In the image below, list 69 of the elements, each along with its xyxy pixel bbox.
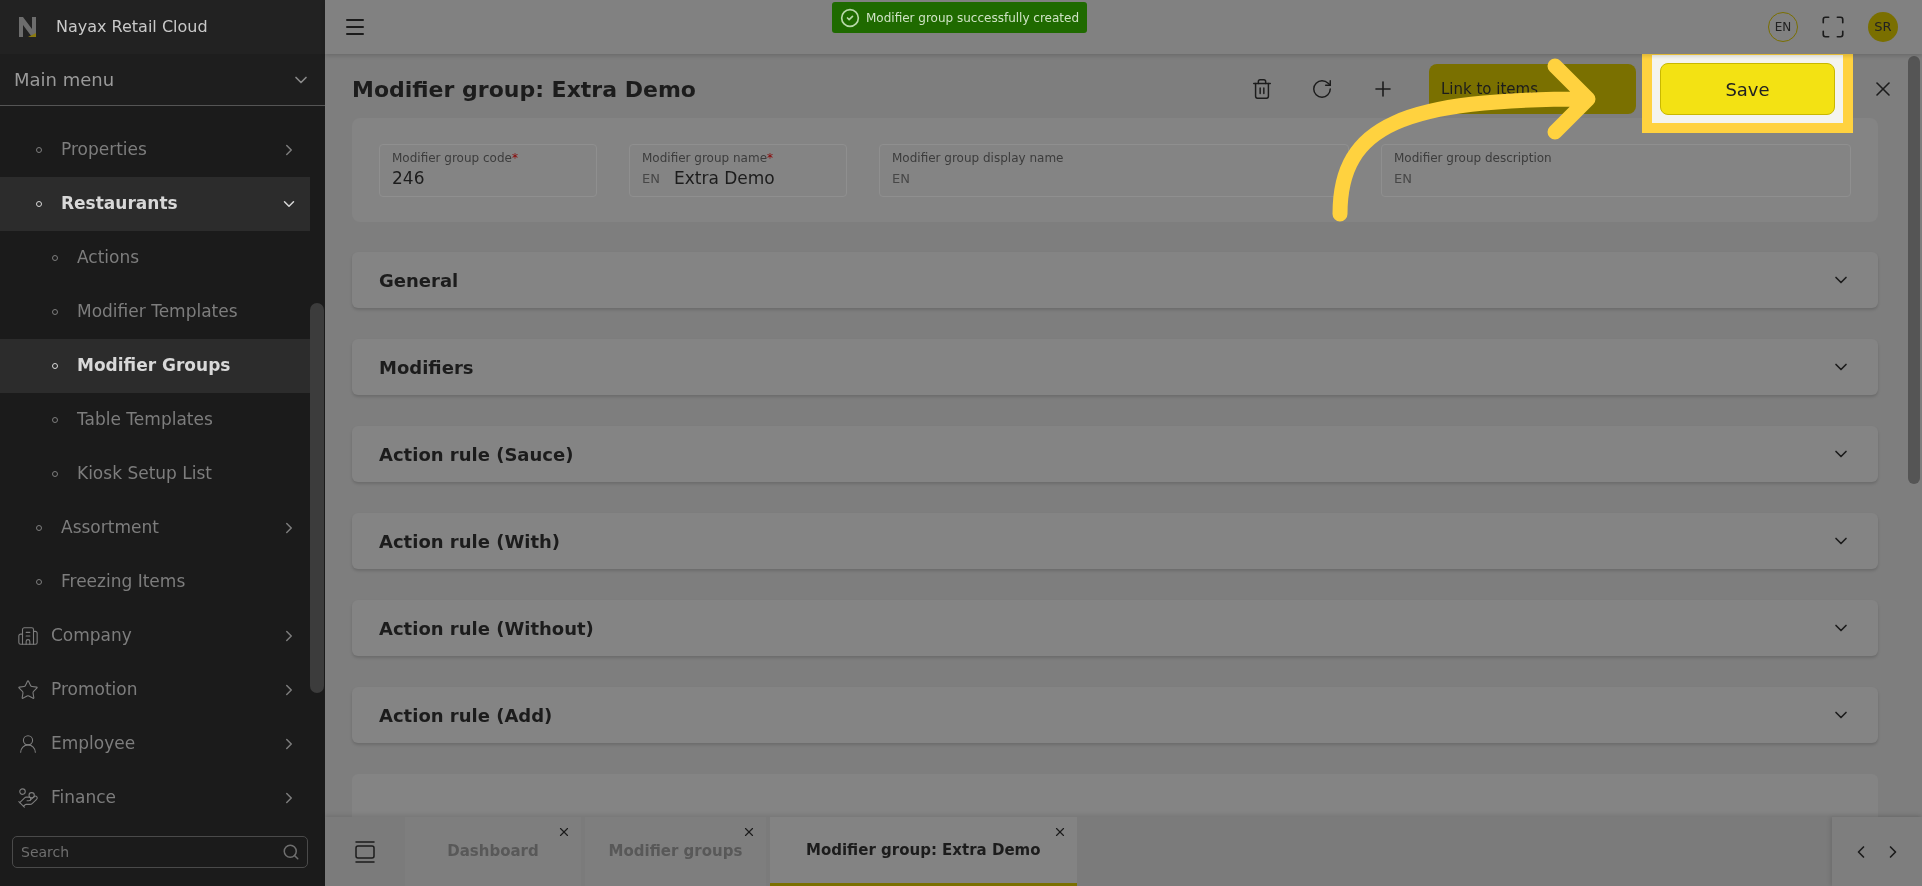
scrollbar-thumb[interactable] bbox=[1908, 56, 1920, 484]
close-tab-icon[interactable] bbox=[557, 825, 571, 839]
menu-item-icon bbox=[17, 733, 39, 755]
success-toast: Modifier group successfully created bbox=[832, 2, 1088, 33]
refresh-icon[interactable] bbox=[1311, 78, 1333, 100]
sidebar-item[interactable]: Actions bbox=[0, 231, 310, 285]
field-label: Modifier group display name bbox=[892, 150, 1064, 167]
search-icon bbox=[282, 843, 300, 861]
scrollbar-thumb[interactable] bbox=[310, 303, 324, 693]
text-field[interactable]: Modifier group name* EN Extra Demo bbox=[629, 143, 847, 197]
page-title: Modifier group: Extra Demo bbox=[352, 75, 697, 104]
sidebar-item[interactable]: Assortment bbox=[0, 501, 310, 555]
sidebar-item[interactable]: Modifier Groups bbox=[0, 339, 310, 393]
sidebar-item-label: Finance bbox=[51, 786, 118, 810]
accordion-header[interactable]: Modifiers bbox=[352, 339, 1878, 395]
sidebar-item[interactable]: Restaurants bbox=[0, 177, 310, 231]
menu-item-icon bbox=[17, 679, 39, 701]
field-label: Modifier group name bbox=[642, 150, 768, 167]
menu-item-icon bbox=[17, 625, 39, 647]
sidebar-item[interactable]: Finance bbox=[0, 771, 310, 825]
sidebar-item-label: Restaurants bbox=[61, 192, 179, 216]
check-circle-icon bbox=[840, 7, 860, 28]
language-tag: EN bbox=[642, 169, 660, 189]
brand-name: Nayax Retail Cloud bbox=[56, 16, 208, 38]
field-label: Modifier group description bbox=[1394, 150, 1552, 167]
sidebar-item-label: Kiosk Setup List bbox=[77, 462, 213, 486]
text-field[interactable]: Modifier group description EN bbox=[1381, 143, 1851, 197]
user-avatar[interactable]: SR bbox=[1868, 12, 1898, 42]
text-field[interactable]: Modifier group code* 246 bbox=[379, 143, 597, 197]
delete-icon[interactable] bbox=[1251, 78, 1273, 100]
accordion-header[interactable]: Action rule (With) bbox=[352, 513, 1878, 569]
field-label: Modifier group code bbox=[392, 150, 512, 167]
sidebar-item-label: Modifier Templates bbox=[77, 300, 239, 324]
required-mark: * bbox=[511, 150, 518, 167]
sidebar-item-label: Table Templates bbox=[77, 408, 214, 432]
sidebar-item[interactable]: Freezing Items bbox=[0, 555, 310, 609]
accordion-header[interactable]: Action rule (Add) bbox=[352, 687, 1878, 743]
sidebar-item[interactable]: Employee bbox=[0, 717, 310, 771]
sidebar-item-label: Employee bbox=[51, 732, 137, 756]
sidebar-item-label: Actions bbox=[77, 246, 141, 270]
sidebar-item-label: Freezing Items bbox=[61, 570, 187, 594]
field-value: Extra Demo bbox=[673, 167, 775, 191]
accordion-header[interactable]: General bbox=[352, 252, 1878, 308]
sidebar-item-label: Assortment bbox=[61, 516, 160, 540]
save-button[interactable]: Save bbox=[1660, 63, 1835, 115]
sidebar-item-label: Modifier Groups bbox=[77, 354, 232, 378]
sidebar-item[interactable]: Promotion bbox=[0, 663, 310, 717]
field-value: 246 bbox=[392, 167, 425, 191]
menu-item-icon bbox=[17, 787, 39, 809]
sidebar-item[interactable]: Kiosk Setup List bbox=[0, 447, 310, 501]
windows-icon[interactable] bbox=[353, 839, 377, 864]
sidebar-item-label: Company bbox=[51, 624, 133, 648]
required-mark: * bbox=[767, 150, 774, 167]
accordion-header[interactable]: Action rule (Sauce) bbox=[352, 426, 1878, 482]
accordion-header[interactable]: Action rule (Without) bbox=[352, 600, 1878, 656]
sidebar-item[interactable]: Properties bbox=[0, 123, 310, 177]
search-field[interactable]: Search bbox=[12, 836, 308, 868]
logo-icon bbox=[18, 16, 38, 38]
language-tag: EN bbox=[892, 169, 910, 189]
fullscreen-icon[interactable] bbox=[1820, 14, 1846, 40]
text-field[interactable]: Modifier group display name EN bbox=[879, 143, 1349, 197]
sidebar-item[interactable]: Modifier Templates bbox=[0, 285, 310, 339]
close-tab-icon[interactable] bbox=[742, 825, 756, 839]
sidebar-item[interactable]: Table Templates bbox=[0, 393, 310, 447]
sidebar-item-label: Promotion bbox=[51, 678, 139, 702]
page-tab[interactable]: Modifier group: Extra Demo bbox=[770, 817, 1077, 886]
sidebar-item-label: Properties bbox=[61, 138, 148, 162]
language-tag: EN bbox=[1394, 169, 1412, 189]
sidebar-item[interactable]: Company bbox=[0, 609, 310, 663]
